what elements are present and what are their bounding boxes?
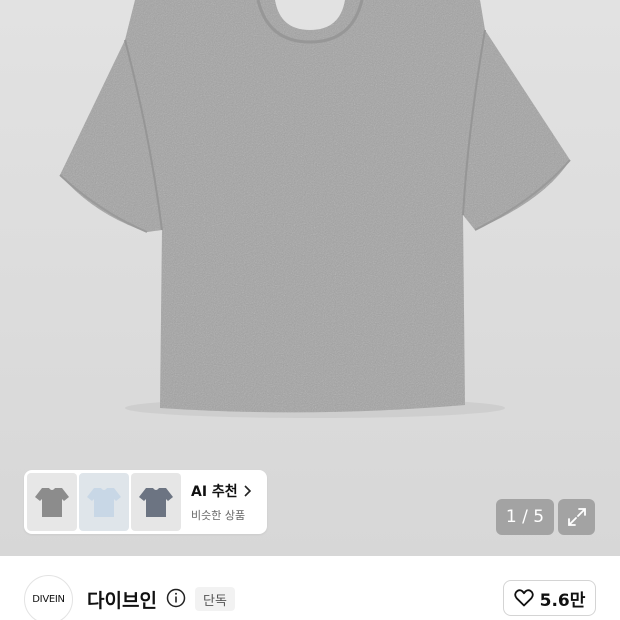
recommend-thumb-2[interactable] (79, 473, 129, 531)
ai-recommend-title: AI 추천 (191, 484, 238, 500)
heart-icon (513, 589, 534, 607)
like-count: 5.6만 (539, 590, 586, 611)
like-button[interactable]: 5.6만 (503, 580, 596, 616)
chevron-right-icon (244, 485, 251, 497)
brand-bar: DIVEIN 다이브인 단독 5.6만 (0, 556, 620, 620)
expand-icon (567, 508, 586, 526)
ai-recommend-card[interactable]: AI 추천 비슷한 상품 (24, 470, 267, 534)
ai-recommend-text[interactable]: AI 추천 비슷한 상품 (191, 481, 252, 523)
brand-logo[interactable]: DIVEIN (24, 575, 73, 620)
gray-tshirt-thumb-icon (35, 488, 69, 517)
expand-button[interactable] (558, 499, 595, 535)
navy-tshirt-thumb-icon (139, 488, 173, 517)
lightblue-tshirt-thumb-icon (87, 488, 121, 517)
info-icon[interactable] (166, 588, 186, 608)
image-page-counter: 1 / 5 (496, 499, 554, 535)
recommend-thumb-3[interactable] (131, 473, 181, 531)
brand-name[interactable]: 다이브인 (87, 586, 157, 613)
recommend-thumb-1[interactable] (27, 473, 77, 531)
exclusive-badge: 단독 (195, 587, 235, 611)
product-image-area[interactable]: AI 추천 비슷한 상품 1 / 5 (0, 0, 620, 556)
ai-recommend-subtitle: 비슷한 상품 (191, 509, 246, 522)
